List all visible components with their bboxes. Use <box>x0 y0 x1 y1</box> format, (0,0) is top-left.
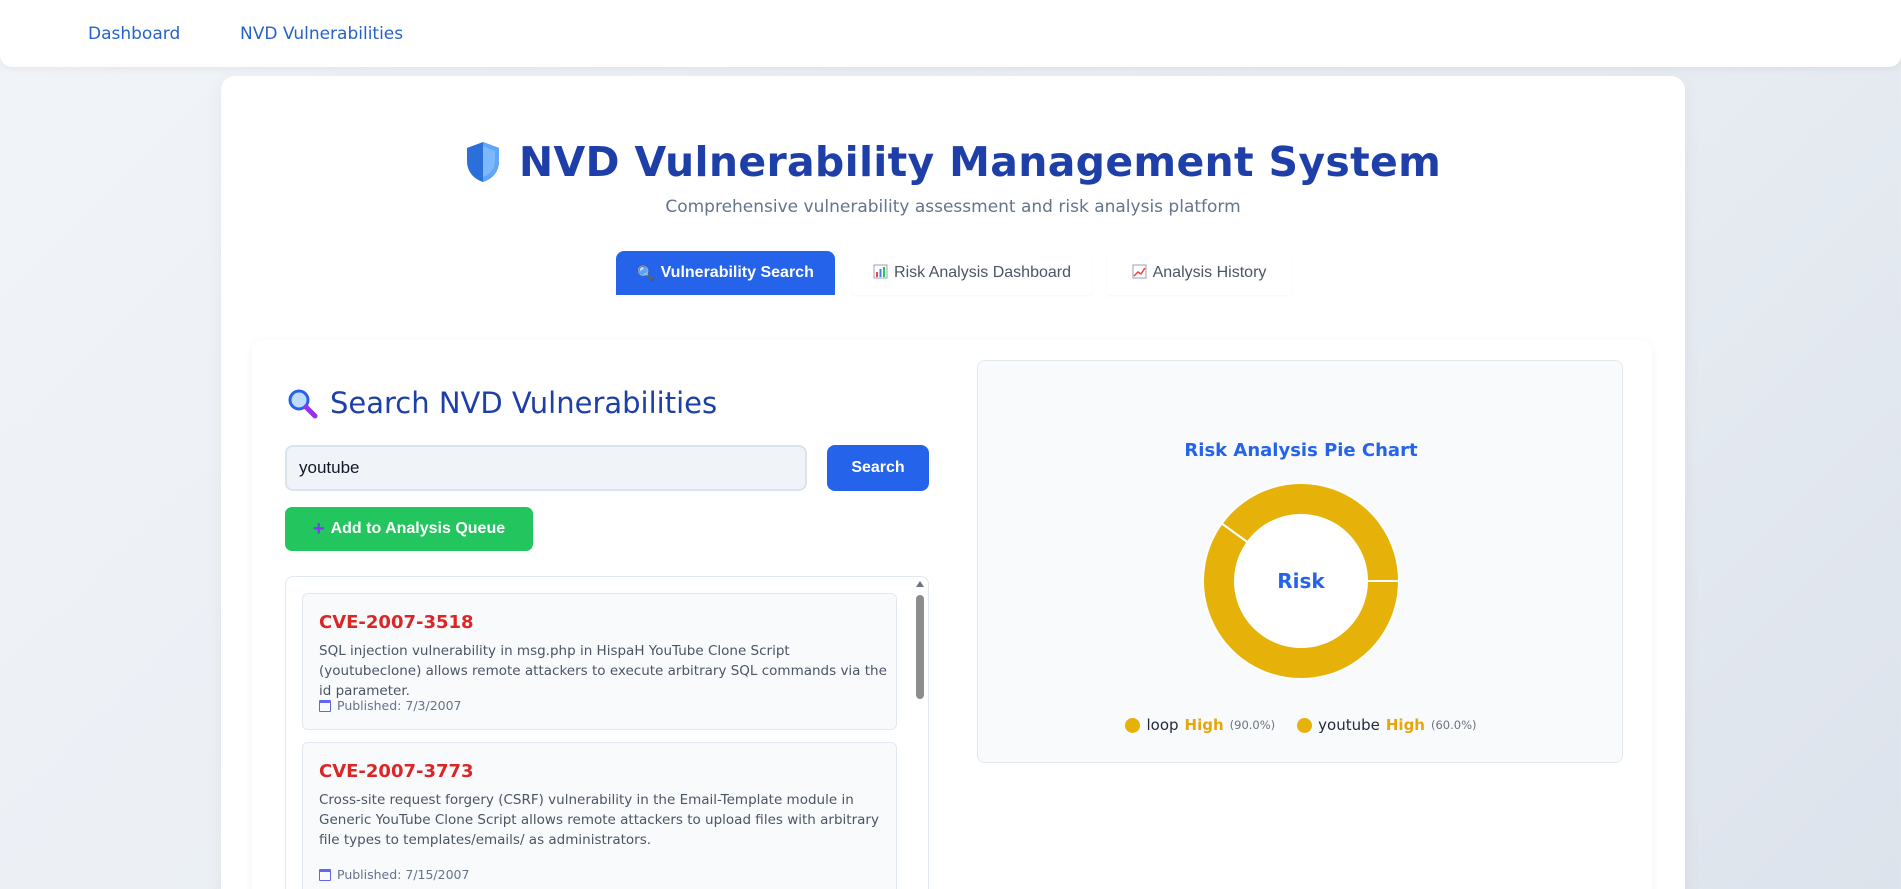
page-subtitle: Comprehensive vulnerability assessment a… <box>665 197 1241 217</box>
legend-dot <box>1297 717 1313 733</box>
published-date: Published: 7/15/2007 <box>319 867 469 882</box>
list-item[interactable]: CVE-2007-3773 Cross-site request forgery… <box>302 742 897 889</box>
tab-vulnerability-search[interactable]: 🔍 Vulnerability Search <box>616 251 835 295</box>
tab-label: Vulnerability Search <box>660 264 814 281</box>
list-item[interactable]: CVE-2007-3518 SQL injection vulnerabilit… <box>302 593 897 730</box>
legend-percent: (60.0%) <box>1431 718 1477 732</box>
cve-id: CVE-2007-3773 <box>319 761 474 782</box>
title-row: NVD Vulnerability Management System <box>221 138 1685 187</box>
search-heading-text: Search NVD Vulnerabilities <box>330 386 718 420</box>
calendar-icon <box>319 699 331 712</box>
nav-dashboard-link[interactable]: Dashboard <box>88 24 180 44</box>
scroll-up-arrow-icon[interactable] <box>916 581 924 587</box>
published-date: Published: 7/3/2007 <box>319 698 462 713</box>
legend-name: youtube <box>1318 716 1380 734</box>
results-list[interactable]: CVE-2007-3518 SQL injection vulnerabilit… <box>285 576 929 889</box>
tab-label: Analysis History <box>1152 264 1267 281</box>
page-title-wrap: NVD Vulnerability Management System <box>465 138 1441 186</box>
magnifier-icon: 🔍 <box>637 264 655 281</box>
nav-nvd-link[interactable]: NVD Vulnerabilities <box>240 24 403 44</box>
magnifier-icon <box>288 389 318 419</box>
results-scrollbar[interactable] <box>915 581 925 889</box>
line-chart-icon <box>1132 264 1147 282</box>
shield-icon <box>466 142 499 182</box>
chart-legend: loop High (90.0%) youtube High (60.0%) <box>978 716 1624 734</box>
tab-risk-analysis-dashboard[interactable]: Risk Analysis Dashboard <box>852 251 1092 295</box>
plus-icon: + <box>312 517 325 540</box>
legend-item-loop: loop High (90.0%) <box>1125 716 1275 734</box>
cve-description: SQL injection vulnerability in msg.php i… <box>319 643 887 699</box>
cve-id: CVE-2007-3518 <box>319 612 474 633</box>
search-heading: Search NVD Vulnerabilities <box>286 386 717 420</box>
cve-description: Cross-site request forgery (CSRF) vulner… <box>319 792 879 848</box>
legend-item-youtube: youtube High (60.0%) <box>1297 716 1477 734</box>
chart-title: Risk Analysis Pie Chart <box>1184 440 1418 461</box>
published-text: Published: 7/15/2007 <box>337 867 470 882</box>
tab-label: Risk Analysis Dashboard <box>894 264 1071 281</box>
add-to-queue-label: Add to Analysis Queue <box>330 520 506 537</box>
calendar-icon <box>319 868 331 881</box>
search-button[interactable]: Search <box>827 445 929 491</box>
scroll-thumb[interactable] <box>916 595 924 699</box>
page-title: NVD Vulnerability Management System <box>518 138 1442 186</box>
legend-percent: (90.0%) <box>1229 718 1276 732</box>
search-input[interactable] <box>285 445 807 491</box>
published-text: Published: 7/3/2007 <box>337 698 462 713</box>
top-nav: Dashboard NVD Vulnerabilities <box>0 0 1901 67</box>
risk-chart-panel: Risk Analysis Pie Chart Risk loop High (… <box>977 360 1623 763</box>
donut-center-label: Risk <box>1277 569 1325 593</box>
add-to-queue-button[interactable]: + Add to Analysis Queue <box>285 507 533 551</box>
bar-chart-icon <box>873 264 888 282</box>
legend-level: High <box>1184 716 1224 734</box>
legend-name: loop <box>1146 716 1179 734</box>
legend-level: High <box>1385 716 1425 734</box>
tab-analysis-history[interactable]: Analysis History <box>1107 251 1291 295</box>
legend-dot <box>1125 717 1141 733</box>
risk-donut-chart: Risk <box>1202 482 1401 680</box>
